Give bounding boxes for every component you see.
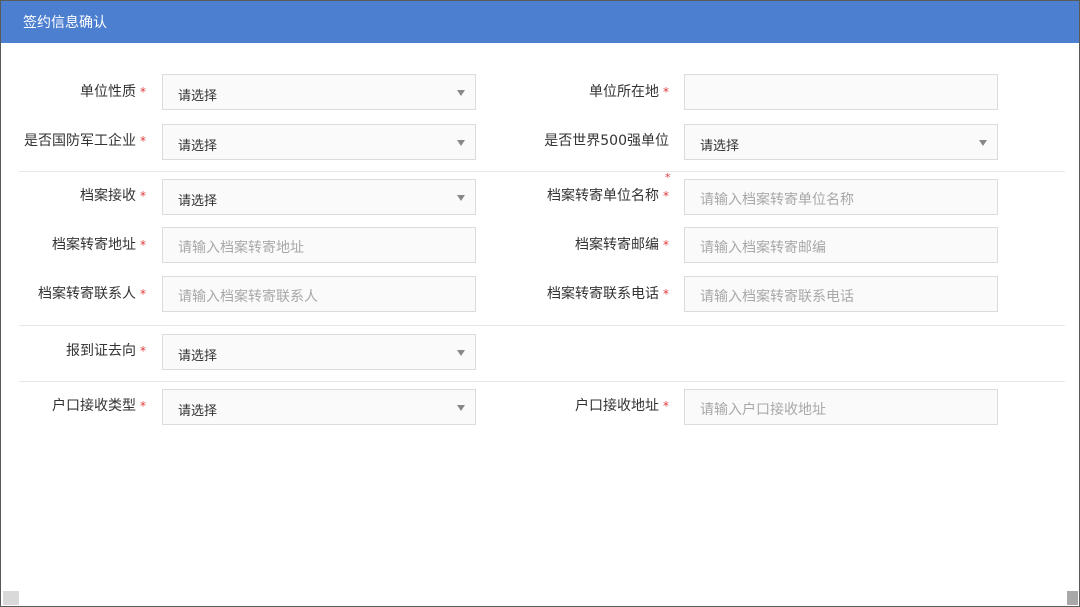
chevron-down-icon — [457, 350, 465, 356]
label-archive-phone: 档案转寄联系电话 * — [547, 275, 669, 313]
archive-receive-select[interactable]: 请选择 — [162, 179, 476, 215]
label-text: 户口接收地址 — [575, 398, 659, 414]
input-placeholder: 请输入档案转寄地址 — [178, 240, 304, 256]
label-unit-nature: 单位性质 * — [80, 73, 146, 111]
title-bar: 签约信息确认 — [1, 1, 1079, 43]
label-hukou-type: 户口接收类型 * — [52, 387, 146, 425]
report-destination-select[interactable]: 请选择 — [162, 334, 476, 370]
select-value: 请选择 — [178, 349, 218, 364]
unit-location-input[interactable] — [684, 74, 998, 110]
label-text: 档案转寄邮编 — [575, 237, 659, 253]
label-archive-contact: 档案转寄联系人 * — [38, 275, 146, 313]
required-mark: * — [663, 189, 669, 203]
unit-nature-select[interactable]: 请选择 — [162, 74, 476, 110]
archive-address-input[interactable]: 请输入档案转寄地址 — [162, 227, 476, 263]
select-value: 请选择 — [178, 404, 218, 419]
input-placeholder: 请输入档案转寄联系人 — [178, 289, 318, 305]
label-text: 档案转寄联系电话 — [547, 286, 659, 302]
select-value: 请选择 — [700, 139, 740, 154]
required-mark: * — [663, 287, 669, 301]
archive-unit-name-input[interactable]: 请输入档案转寄单位名称 — [684, 179, 998, 215]
chevron-down-icon — [457, 195, 465, 201]
select-value: 请选择 — [178, 194, 218, 209]
chevron-down-icon — [457, 90, 465, 96]
label-text: 单位性质 — [80, 84, 136, 100]
scrollbar-left-button[interactable] — [3, 591, 19, 605]
select-value: 请选择 — [178, 89, 218, 104]
page-title: 签约信息确认 — [23, 15, 107, 31]
archive-contact-input[interactable]: 请输入档案转寄联系人 — [162, 276, 476, 312]
label-unit-location: 单位所在地 * — [589, 73, 669, 111]
required-mark: * — [663, 238, 669, 252]
label-text: 档案转寄地址 — [52, 237, 136, 253]
label-text: 是否国防军工企业 — [24, 133, 136, 149]
label-text: 档案转寄单位名称 — [547, 188, 659, 204]
label-text: 档案转寄联系人 — [38, 286, 136, 302]
required-mark: * — [140, 189, 146, 203]
label-text: 单位所在地 — [589, 84, 659, 100]
section-divider — [19, 325, 1065, 326]
label-archive-address: 档案转寄地址 * — [52, 226, 146, 264]
required-mark: * — [663, 399, 669, 413]
label-text: 户口接收类型 — [52, 398, 136, 414]
input-placeholder: 请输入档案转寄联系电话 — [700, 289, 854, 305]
archive-postcode-input[interactable]: 请输入档案转寄邮编 — [684, 227, 998, 263]
chevron-down-icon — [979, 140, 987, 146]
section-divider — [19, 171, 1065, 172]
label-archive-unit-name: 档案转寄单位名称 * — [547, 177, 669, 215]
input-placeholder: 请输入档案转寄邮编 — [700, 240, 826, 256]
hukou-type-select[interactable]: 请选择 — [162, 389, 476, 425]
input-placeholder: 请输入档案转寄单位名称 — [700, 192, 854, 208]
label-text: 档案接收 — [80, 188, 136, 204]
label-hukou-address: 户口接收地址 * — [575, 387, 669, 425]
required-mark: * — [140, 134, 146, 148]
label-text: 报到证去向 — [66, 343, 136, 359]
fortune500-select[interactable]: 请选择 — [684, 124, 998, 160]
label-text: 是否世界500强单位 — [544, 133, 669, 149]
chevron-down-icon — [457, 140, 465, 146]
chevron-down-icon — [457, 405, 465, 411]
required-mark: * — [140, 399, 146, 413]
scrollbar-right-button[interactable] — [1067, 591, 1078, 605]
label-fortune500: 是否世界500强单位 — [544, 122, 669, 160]
select-value: 请选择 — [178, 139, 218, 154]
required-mark: * — [140, 344, 146, 358]
archive-phone-input[interactable]: 请输入档案转寄联系电话 — [684, 276, 998, 312]
required-mark: * — [140, 85, 146, 99]
label-archive-postcode: 档案转寄邮编 * — [575, 226, 669, 264]
defense-enterprise-select[interactable]: 请选择 — [162, 124, 476, 160]
hukou-address-input[interactable]: 请输入户口接收地址 — [684, 389, 998, 425]
input-placeholder: 请输入户口接收地址 — [700, 402, 826, 418]
label-report-destination: 报到证去向 * — [66, 332, 146, 370]
required-mark: * — [663, 85, 669, 99]
label-archive-receive: 档案接收 * — [80, 177, 146, 215]
label-defense-enterprise: 是否国防军工企业 * — [24, 122, 146, 160]
form-window: 签约信息确认 单位性质 * 请选择 单位所在地 * 是否国防军工企业 * 请选择 是否… — [0, 0, 1080, 607]
section-divider — [19, 381, 1065, 382]
required-mark: * — [140, 287, 146, 301]
required-mark: * — [140, 238, 146, 252]
